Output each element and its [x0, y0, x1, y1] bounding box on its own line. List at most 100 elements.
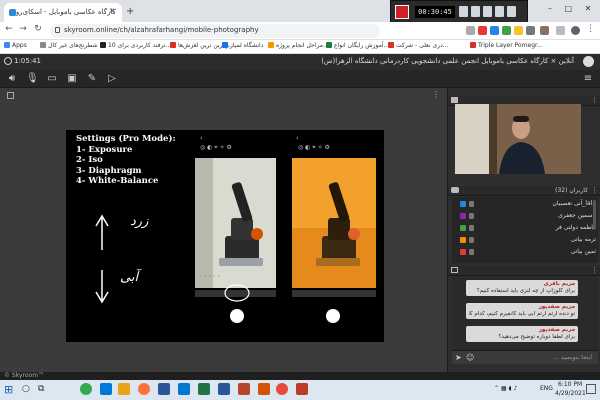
recorder-webcam-icon[interactable]	[483, 6, 492, 17]
users-panel-menu-icon[interactable]: ⋮	[591, 186, 598, 194]
camera-preview-neutral: ◦ ◦ ◦ ◦ ◦	[195, 158, 276, 288]
chrome-icon[interactable]	[80, 383, 92, 395]
mail-icon[interactable]	[178, 383, 190, 395]
reload-icon[interactable]: ↻	[32, 24, 44, 34]
shutter-button	[230, 309, 244, 323]
bookmark-item[interactable]: آموزش رایگان انواع...	[326, 42, 389, 52]
access-icon[interactable]	[238, 383, 250, 395]
bookmark-label: مراحل انجام پروژه...	[276, 42, 329, 49]
user-name: ثمین بیاتی	[570, 248, 596, 255]
forward-icon[interactable]: →	[17, 24, 29, 34]
extensions-puzzle-icon[interactable]	[556, 26, 565, 35]
fullscreen-icon[interactable]	[7, 92, 14, 99]
user-name: فاطمه دولتی فر	[555, 224, 596, 231]
chat-panel-header: ⋮	[448, 266, 600, 276]
webcam-video	[455, 104, 581, 174]
send-icon[interactable]: ➤	[455, 353, 462, 362]
bookmark-favicon-icon	[100, 42, 106, 48]
users-scrollbar[interactable]	[593, 200, 596, 230]
extension-icon[interactable]	[514, 26, 523, 35]
task-view-icon[interactable]: ⧉	[38, 384, 44, 394]
bookmark-item[interactable]: دانشگاه لمپاز	[222, 42, 263, 52]
notifications-icon[interactable]	[586, 384, 596, 394]
url-input[interactable]: skyroom.online/ch/alzahrafarhangi/mobile…	[50, 24, 380, 38]
recorder-draw-icon[interactable]	[471, 6, 480, 17]
chat-message: مریم صفدپور برای لطفاً دوباره توضیح می‌ده…	[466, 326, 578, 342]
video-panel-menu-icon[interactable]: ⋮	[591, 96, 598, 104]
recorder-settings-icon[interactable]	[507, 6, 516, 17]
bookmark-item[interactable]: شطرنج‌های غیر کال	[40, 42, 98, 52]
extension-icon[interactable]	[540, 26, 549, 35]
chat-input-row: ➤ ☺ اینجا بنویسید ...	[452, 350, 598, 364]
app-icon[interactable]	[276, 383, 288, 395]
shutter-button	[326, 309, 340, 323]
speaker-icon[interactable]: 🔊︎	[6, 73, 18, 85]
chat-panel-menu-icon[interactable]: ⋮	[591, 266, 598, 274]
firefox-icon[interactable]	[138, 383, 150, 395]
recorder-app-icon[interactable]	[296, 383, 308, 395]
back-icon[interactable]: ←	[3, 24, 15, 34]
extension-icon[interactable]	[478, 26, 487, 35]
browser-menu-icon[interactable]: ⋮	[586, 24, 595, 34]
emoji-icon[interactable]: ☺	[466, 353, 474, 362]
slide-line: Settings (Pro Mode):	[76, 134, 176, 144]
clock-date[interactable]: 4/29/2021	[555, 390, 586, 397]
extension-icon[interactable]	[526, 26, 535, 35]
pen-tool-icon[interactable]: ✎	[86, 73, 98, 85]
user-role-icon	[460, 225, 466, 231]
new-tab-icon[interactable]: +	[126, 6, 134, 17]
file-explorer-icon[interactable]	[118, 383, 130, 395]
panel-options-icon[interactable]: ⋮	[432, 90, 440, 99]
clock-time[interactable]: 6:10 PM	[558, 381, 582, 388]
maximize-icon[interactable]: □	[565, 4, 573, 13]
phone-back-icon: ‹	[296, 134, 299, 142]
mic-muted-icon[interactable]: 🎙︎	[26, 73, 39, 85]
user-list-item[interactable]: ثمین بیاتی	[460, 248, 596, 257]
word-icon[interactable]	[218, 383, 230, 395]
start-icon[interactable]: ⊞	[4, 383, 13, 396]
chat-message: مریم صفدپور تو دنده آرتم آرتم آبی باید کا…	[466, 303, 578, 319]
handwriting-annotation	[95, 214, 109, 304]
user-list-item[interactable]: lala_آنی تعصبیان	[460, 200, 596, 209]
bookmark-item[interactable]: Apps	[4, 42, 27, 52]
record-stop-button[interactable]	[395, 5, 409, 19]
edge-icon[interactable]	[100, 383, 112, 395]
bookmark-item[interactable]: مراحل انجام پروژه...	[268, 42, 329, 52]
profile-avatar[interactable]	[571, 26, 580, 35]
windows-store-icon[interactable]	[158, 383, 170, 395]
screen-share-icon[interactable]: ▣	[66, 73, 78, 85]
tray-icons[interactable]: ⌃ ▦ ◖ ♪	[494, 385, 517, 392]
powerpoint-icon[interactable]	[258, 383, 270, 395]
excel-icon[interactable]	[198, 383, 210, 395]
play-media-icon[interactable]: ▷	[106, 73, 118, 85]
users-count: کاربران (32)	[555, 187, 588, 194]
minimize-icon[interactable]: –	[548, 4, 552, 13]
user-account-icon[interactable]	[583, 56, 594, 67]
video-panel-icon	[451, 97, 458, 103]
close-window-icon[interactable]: ✕	[585, 4, 592, 13]
user-list-item[interactable]: یاسمین جعفری	[460, 212, 596, 221]
user-list-item[interactable]: فاطمه دولتی فر	[460, 224, 596, 233]
bookmark-item[interactable]: 10 ترفند کاربردی برای...	[100, 42, 171, 52]
bookmark-label: Apps	[12, 42, 27, 49]
room-menu-icon[interactable]: ≡	[582, 73, 594, 85]
bookmark-item[interactable]: دری نعلی - شرکت...	[388, 42, 449, 52]
recorder-pause-icon[interactable]	[459, 6, 468, 17]
search-icon[interactable]: ○	[22, 384, 30, 394]
lock-icon	[55, 27, 60, 33]
tab-close-icon[interactable]: ×	[108, 7, 116, 15]
camera-icon[interactable]: ▭	[46, 73, 58, 85]
recorder-audio-icon[interactable]	[495, 6, 504, 17]
input-language[interactable]: ENG	[540, 385, 553, 392]
chat-input[interactable]: اینجا بنویسید ...	[553, 354, 592, 361]
slide-title: Settings (Pro Mode): 1- Exposure 2- Iso …	[76, 134, 176, 187]
users-panel-header: کاربران (32) ⋮	[448, 186, 600, 196]
extension-icon[interactable]	[490, 26, 499, 35]
users-icon	[451, 187, 459, 193]
extension-icon[interactable]	[502, 26, 511, 35]
browser-tab[interactable]: کارگاه عکاسی باموبایل - اسکای‌روم	[4, 3, 122, 22]
star-icon[interactable]	[466, 26, 475, 35]
bookmark-item[interactable]: Triple Layer Pomegr...	[470, 42, 543, 52]
user-list-item[interactable]: ترمه بیاتی	[460, 236, 596, 245]
window-controls: – □ ✕	[548, 4, 598, 13]
